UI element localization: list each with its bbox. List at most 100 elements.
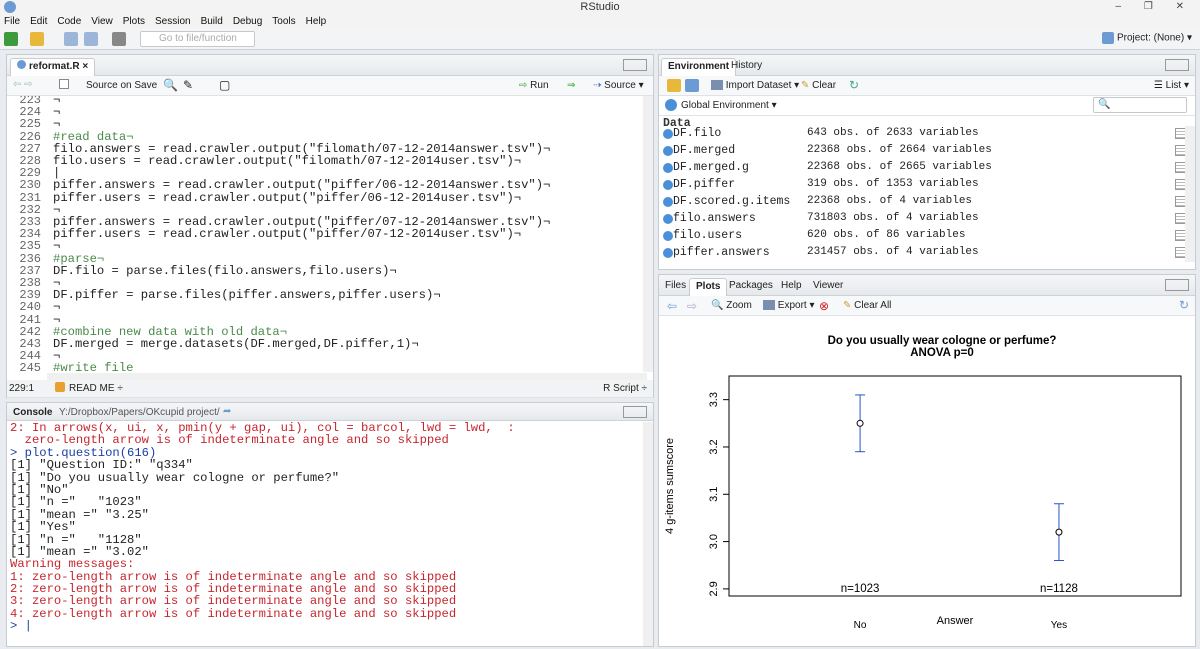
env-search-icon: 🔍: [1098, 99, 1111, 110]
env-row[interactable]: DF.filo 643 obs. of 2633 variables: [659, 126, 1194, 143]
go-to-dir-icon[interactable]: ➦: [223, 406, 231, 417]
maximize-console-icon[interactable]: [623, 406, 647, 418]
rerun-icon[interactable]: ⇒: [567, 80, 575, 91]
clear-env-button[interactable]: ✎ Clear: [801, 80, 836, 91]
console-output[interactable]: 2: In arrows(x, ui, x, pmin(y + gap, ui)…: [10, 422, 640, 644]
scope-selector[interactable]: READ ME ÷: [69, 383, 123, 394]
refresh-plot-icon[interactable]: ↻: [1179, 298, 1189, 312]
env-search-input[interactable]: 🔍: [1093, 97, 1187, 113]
console-vscrollbar[interactable]: [643, 422, 653, 646]
menu-view[interactable]: View: [91, 16, 113, 27]
load-workspace-icon[interactable]: [667, 79, 681, 92]
env-row[interactable]: DF.scored.g.items 22368 obs. of 4 variabl…: [659, 194, 1194, 211]
menu-build[interactable]: Build: [201, 16, 223, 27]
env-row[interactable]: piffer.answers 231457 obs. of 4 variables: [659, 245, 1194, 262]
window-title-bar: RStudio: [0, 0, 1200, 14]
goto-file-input[interactable]: Go to file/function: [140, 31, 255, 47]
compile-report-icon[interactable]: ▢: [219, 78, 230, 92]
env-row[interactable]: DF.merged.g 22368 obs. of 2665 variables: [659, 160, 1194, 177]
expand-icon[interactable]: [663, 180, 673, 190]
menu-edit[interactable]: Edit: [30, 16, 47, 27]
maximize-env-icon[interactable]: [1165, 59, 1189, 71]
source-on-save-label: Source on Save: [86, 80, 158, 91]
menu-help[interactable]: Help: [306, 16, 327, 27]
back-forward-icon[interactable]: ⇦ ⇨: [13, 79, 33, 90]
env-row[interactable]: DF.piffer 319 obs. of 1353 variables: [659, 177, 1194, 194]
expand-icon[interactable]: [663, 129, 673, 139]
export-menu[interactable]: Export ▾: [763, 300, 814, 311]
tab-history[interactable]: History: [725, 58, 768, 76]
env-row[interactable]: DF.merged 22368 obs. of 2664 variables: [659, 143, 1194, 160]
tab-help[interactable]: Help: [775, 278, 808, 296]
zoom-button[interactable]: 🔍 Zoom: [711, 300, 752, 311]
editor-vscrollbar[interactable]: [643, 96, 653, 372]
env-row[interactable]: filo.answers 731803 obs. of 4 variables: [659, 211, 1194, 228]
clear-all-button[interactable]: ✎ Clear All: [843, 300, 891, 311]
window-title: RStudio: [580, 1, 620, 13]
remove-plot-icon[interactable]: ⊗: [819, 299, 829, 313]
next-plot-icon[interactable]: ⇨: [687, 299, 697, 313]
x-axis-label: Answer: [937, 615, 974, 627]
object-summary: 319 obs. of 1353 variables: [807, 178, 979, 190]
clear-all-label: Clear All: [854, 300, 892, 311]
tab-files[interactable]: Files: [659, 278, 692, 296]
save-workspace-icon[interactable]: [685, 79, 699, 92]
editor-toolbar: ⇦ ⇨ Source on Save 🔍 ✎ ▢ ⇨ Run ⇒ ⇢ Sourc…: [7, 76, 653, 96]
source-on-save-checkbox[interactable]: [59, 79, 69, 89]
project-label: Project: (None) ▾: [1116, 32, 1192, 44]
menu-code[interactable]: Code: [57, 16, 81, 27]
tab-viewer[interactable]: Viewer: [807, 278, 849, 296]
open-file-icon[interactable]: [30, 32, 44, 46]
tab-reformat-r[interactable]: reformat.R ×: [10, 58, 96, 76]
menu-file[interactable]: File: [4, 16, 20, 27]
env-vscrollbar[interactable]: [1185, 126, 1195, 262]
code-editor[interactable]: 223 ¬ 224 ¬ 225 ¬ 226 #read data¬ 227 filo.answer…: [7, 96, 647, 372]
zoom-label: Zoom: [726, 300, 752, 311]
tab-packages[interactable]: Packages: [723, 278, 779, 296]
menu-tools[interactable]: Tools: [272, 16, 295, 27]
mean-point: [1055, 528, 1063, 536]
expand-icon[interactable]: [663, 231, 673, 241]
expand-icon[interactable]: [663, 163, 673, 173]
code-text: piffer.users = read.crawler.output("piff…: [53, 190, 522, 205]
main-toolbar: Go to file/function Project: (None) ▾: [0, 28, 1200, 50]
console-line: [1] "Do you usually wear cologne or perf…: [10, 470, 340, 485]
menu-session[interactable]: Session: [155, 16, 191, 27]
env-row[interactable]: filo.users 620 obs. of 86 variables: [659, 228, 1194, 245]
plots-pane: Files Plots Packages Help Viewer ⇦ ⇨ 🔍 Z…: [658, 274, 1196, 647]
tab-plots[interactable]: Plots: [689, 278, 728, 296]
prev-plot-icon[interactable]: ⇦: [667, 299, 677, 313]
environment-pane: Environment History Import Dataset ▾ ✎ C…: [658, 54, 1196, 270]
menu-plots[interactable]: Plots: [123, 16, 145, 27]
source-button[interactable]: ⇢ Source ▾: [593, 80, 644, 91]
source-editor-pane: reformat.R × ⇦ ⇨ Source on Save 🔍 ✎ ▢ ⇨ …: [6, 54, 654, 398]
expand-icon[interactable]: [663, 146, 673, 156]
source-label: Source ▾: [604, 80, 644, 91]
file-type-selector[interactable]: R Script ÷: [603, 383, 647, 394]
run-button[interactable]: ⇨ Run: [519, 80, 549, 91]
new-file-icon[interactable]: [4, 32, 18, 46]
anova-plot: Do you usually wear cologne or perfume?A…: [664, 335, 1182, 631]
refresh-icon[interactable]: ↻: [849, 78, 859, 92]
list-view-menu[interactable]: ☰ List ▾: [1154, 80, 1189, 91]
maximize-plots-icon[interactable]: [1165, 279, 1189, 291]
mean-point: [856, 419, 864, 427]
console-pane: Console Y:/Dropbox/Papers/OKcupid projec…: [6, 402, 654, 647]
print-icon[interactable]: [112, 32, 126, 46]
search-icon[interactable]: 🔍: [163, 78, 178, 92]
import-dataset-button[interactable]: Import Dataset ▾: [711, 80, 799, 91]
wand-icon[interactable]: ✎: [183, 78, 193, 92]
project-menu[interactable]: Project: (None) ▾: [1101, 32, 1192, 44]
expand-icon[interactable]: [663, 197, 673, 207]
save-icon[interactable]: [64, 32, 78, 46]
object-name: DF.filo: [673, 127, 722, 140]
environment-selector[interactable]: Global Environment ▾: [681, 100, 777, 111]
expand-icon[interactable]: [663, 248, 673, 258]
r-environment-icon: [665, 99, 677, 111]
object-summary: 22368 obs. of 4 variables: [807, 195, 973, 207]
save-all-icon[interactable]: [84, 32, 98, 46]
expand-icon[interactable]: [663, 214, 673, 224]
menu-debug[interactable]: Debug: [233, 16, 262, 27]
maximize-pane-icon[interactable]: [623, 59, 647, 71]
window-controls[interactable]: – ❐ ✕: [1116, 0, 1194, 14]
